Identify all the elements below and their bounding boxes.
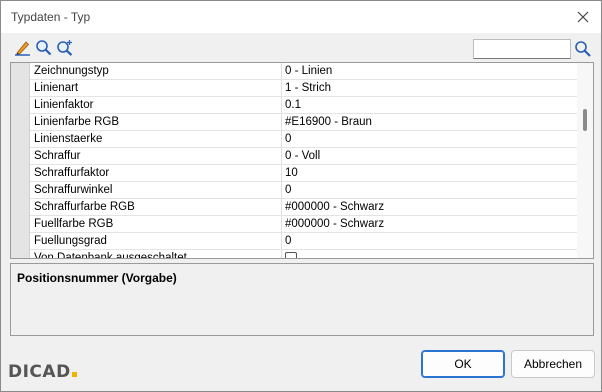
row-header-column [11,63,30,258]
logo-text: DICAD [8,362,71,382]
zoom-plus-icon[interactable] [56,39,73,56]
property-name: Linienart [30,80,282,96]
logo-dot [71,372,77,377]
property-name: Zeichnungstyp [30,63,282,79]
title-bar: Typdaten - Typ [1,1,601,33]
property-row[interactable]: Schraffurfaktor 10 [30,165,578,182]
property-value[interactable]: 0 - Linien [282,63,578,79]
property-value[interactable]: #E16900 - Braun [282,114,578,130]
search-button[interactable] [574,40,592,58]
property-row[interactable]: Linienstaerke 0 [30,131,578,148]
property-rows: Zeichnungstyp 0 - Linien Linienart 1 - S… [30,63,578,258]
property-name: Linienfaktor [30,97,282,113]
property-name: Schraffurfarbe RGB [30,199,282,215]
property-name: Fuellungsgrad [30,233,282,249]
property-name: Schraffurfaktor [30,165,282,181]
description-panel: Positionsnummer (Vorgabe) [10,263,594,336]
property-row[interactable]: Linienfaktor 0.1 [30,97,578,114]
property-value[interactable] [282,250,578,258]
property-row[interactable]: Linienfarbe RGB #E16900 - Braun [30,114,578,131]
dicad-logo: DICAD [8,362,77,382]
property-grid: Zeichnungstyp 0 - Linien Linienart 1 - S… [10,62,594,259]
property-value[interactable]: 0 - Voll [282,148,578,164]
close-icon [577,11,589,23]
property-name: Schraffur [30,148,282,164]
property-value[interactable]: 0 [282,233,578,249]
property-value[interactable]: 10 [282,165,578,181]
property-name: Fuellfarbe RGB [30,216,282,232]
property-name: Linienfarbe RGB [30,114,282,130]
property-value[interactable]: 0.1 [282,97,578,113]
window-title: Typdaten - Typ [11,10,91,24]
property-value[interactable]: #000000 - Schwarz [282,199,578,215]
property-row[interactable]: Schraffur 0 - Voll [30,148,578,165]
property-row[interactable]: Zeichnungstyp 0 - Linien [30,63,578,80]
ok-button[interactable]: OK [421,350,505,378]
property-row[interactable]: Schraffurfarbe RGB #000000 - Schwarz [30,199,578,216]
description-title: Positionsnummer (Vorgabe) [17,271,177,285]
property-value[interactable]: #000000 - Schwarz [282,216,578,232]
search-icon [575,41,591,57]
property-row[interactable]: Linienart 1 - Strich [30,80,578,97]
property-name: Linienstaerke [30,131,282,147]
property-row[interactable]: Fuellfarbe RGB #000000 - Schwarz [30,216,578,233]
property-value[interactable]: 1 - Strich [282,80,578,96]
property-checkbox[interactable] [285,252,297,258]
edit-icon[interactable] [14,39,31,56]
property-row[interactable]: Von Datenbank ausgeschaltet [30,250,578,258]
close-button[interactable] [573,7,593,27]
property-row[interactable]: Fuellungsgrad 0 [30,233,578,250]
dialog-window: Typdaten - Typ Zeichnungstyp 0 - Linien … [0,0,602,392]
property-value[interactable]: 0 [282,182,578,198]
property-name: Schraffurwinkel [30,182,282,198]
scrollbar-thumb[interactable] [583,109,587,131]
search-input[interactable] [473,39,571,59]
property-row[interactable]: Schraffurwinkel 0 [30,182,578,199]
vertical-scrollbar[interactable] [577,63,593,258]
zoom-icon[interactable] [35,39,52,56]
toolbar [1,34,601,60]
property-value[interactable]: 0 [282,131,578,147]
cancel-button[interactable]: Abbrechen [511,350,595,378]
property-name: Von Datenbank ausgeschaltet [30,250,282,258]
